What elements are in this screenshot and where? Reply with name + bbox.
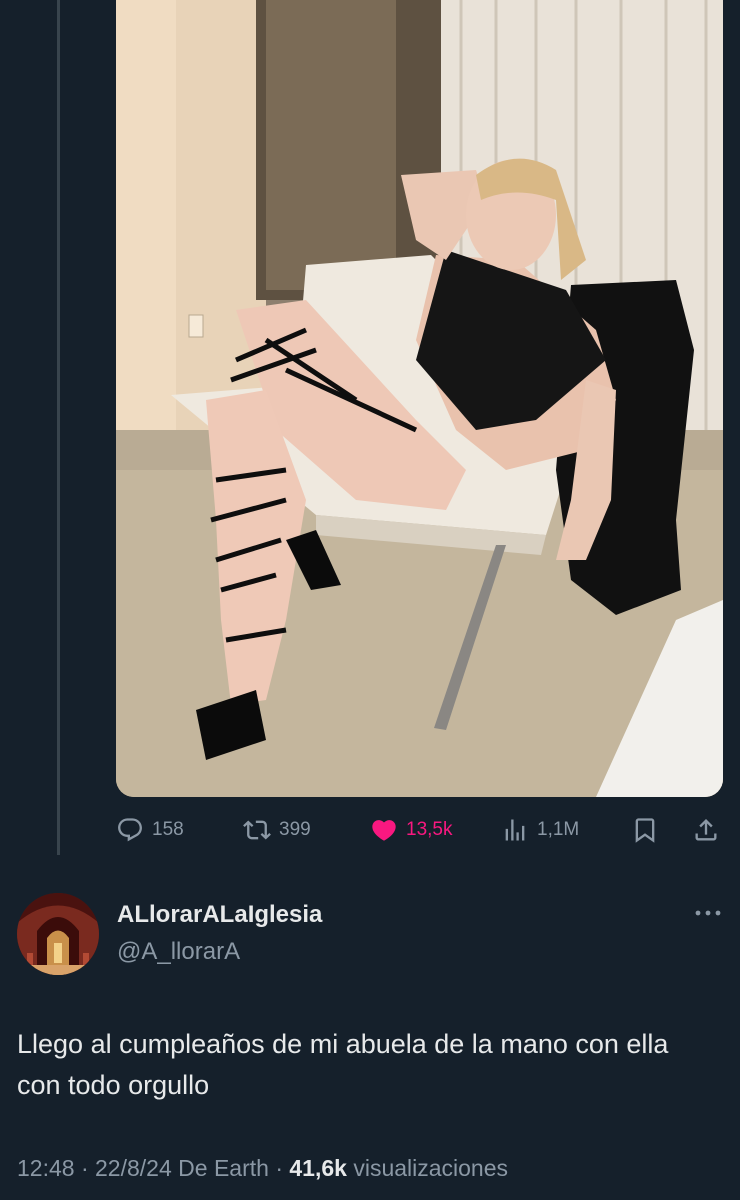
bookmark-icon — [635, 818, 655, 843]
retweet-button[interactable]: 399 — [243, 810, 311, 850]
meta-separator: · — [275, 1155, 283, 1181]
reply-author-handle[interactable]: @A_llorarA — [117, 938, 240, 966]
share-icon — [695, 819, 717, 841]
tweet-date[interactable]: 22/8/24 — [95, 1155, 172, 1181]
avatar[interactable] — [17, 893, 99, 975]
tweet-source: De Earth — [178, 1155, 269, 1181]
meta-separator: · — [80, 1155, 89, 1181]
tweet-views-label: visualizaciones — [353, 1155, 509, 1181]
like-button[interactable]: 13,5k — [370, 810, 452, 850]
views-count: 1,1M — [537, 819, 580, 840]
more-options-button[interactable] — [690, 898, 726, 928]
tweet-action-bar: 158 399 13,5k 1,1M — [116, 810, 724, 850]
photo-illustration — [116, 0, 723, 797]
reply-count: 158 — [152, 819, 184, 840]
retweet-count: 399 — [279, 819, 311, 840]
thread-connector-line — [57, 0, 60, 855]
more-dots-icon — [695, 910, 721, 916]
reply-button[interactable]: 158 — [116, 810, 184, 850]
bookmark-button[interactable] — [631, 810, 659, 850]
like-count: 13,5k — [406, 819, 453, 840]
reply-icon — [118, 818, 142, 842]
tweet-time[interactable]: 12:48 — [17, 1155, 75, 1181]
retweet-icon — [243, 820, 271, 840]
tweet-thread-view: 158 399 13,5k 1,1M ALlorarALaIglesia @A_… — [0, 0, 740, 1200]
views-icon — [505, 819, 525, 841]
views-button[interactable]: 1,1M — [501, 810, 579, 850]
tweet-views-count: 41,6k — [289, 1155, 347, 1181]
heart-filled-icon — [372, 820, 396, 841]
church-interior-avatar-image — [17, 893, 99, 975]
reply-author-name[interactable]: ALlorarALaIglesia — [117, 901, 322, 929]
reply-tweet-text: Llego al cumpleaños de mi abuela de la m… — [17, 1029, 669, 1100]
share-button[interactable] — [692, 810, 720, 850]
tweet-metadata: 12:48 · 22/8/24 De Earth · 41,6k visuali… — [17, 1155, 508, 1182]
tweet-photo[interactable] — [116, 0, 723, 797]
